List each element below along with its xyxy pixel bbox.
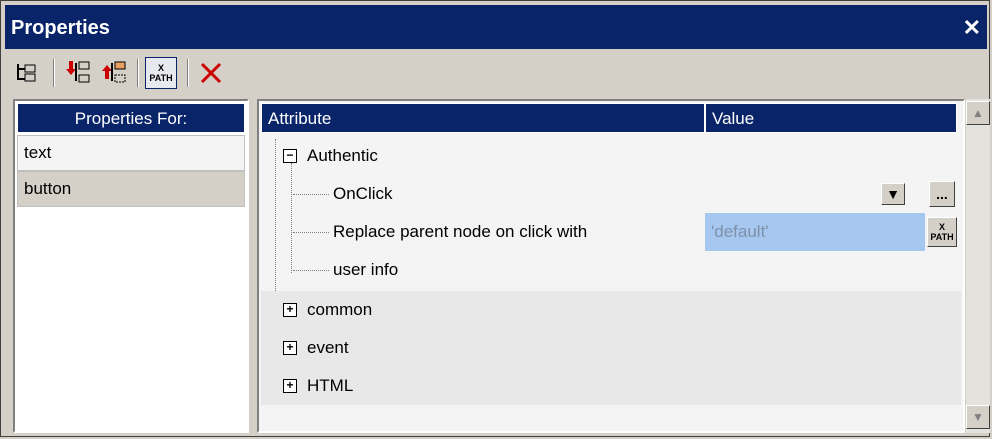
more-button[interactable]: ...: [929, 181, 955, 207]
group-label: event: [307, 338, 349, 357]
list-item-button[interactable]: button: [17, 171, 245, 207]
dropdown-arrow-icon[interactable]: ▼: [881, 183, 905, 205]
xpath-button[interactable]: X PATH: [927, 217, 957, 247]
toolbar-separator: [53, 59, 55, 87]
window-title: Properties: [11, 17, 110, 39]
group-row-common[interactable]: + common: [261, 291, 961, 329]
properties-for-header: Properties For:: [17, 103, 245, 133]
expand-icon[interactable]: +: [283, 379, 297, 393]
insert-before-icon[interactable]: [63, 57, 95, 89]
list-item-text[interactable]: text: [17, 135, 245, 171]
toolbar-separator: [137, 59, 139, 87]
xpath-label-bottom: PATH: [930, 232, 954, 242]
properties-for-panel: Properties For: text button: [13, 99, 249, 433]
attribute-label: user info: [333, 260, 399, 279]
tree-connector: [293, 194, 329, 195]
expand-icon[interactable]: +: [283, 341, 297, 355]
attribute-value[interactable]: ▼: [705, 175, 925, 213]
delete-icon[interactable]: [195, 57, 227, 89]
attribute-row-user-info[interactable]: user info: [261, 251, 961, 289]
tree-connector: [293, 270, 329, 271]
scroll-down-icon[interactable]: ▼: [966, 405, 990, 429]
attribute-row-replace-parent[interactable]: Replace parent node on click with 'defau…: [261, 213, 961, 251]
group-row-authentic[interactable]: − Authentic: [261, 137, 961, 175]
insert-after-icon[interactable]: [99, 57, 131, 89]
close-icon[interactable]: ✕: [963, 15, 981, 41]
xpath-label-bottom: PATH: [149, 73, 173, 83]
toolbar-separator: [187, 59, 189, 87]
column-header-value[interactable]: Value: [705, 103, 957, 133]
group-label: HTML: [307, 376, 354, 395]
collapse-icon[interactable]: −: [283, 149, 297, 163]
attribute-label: OnClick: [333, 184, 393, 203]
group-label: Authentic: [307, 146, 378, 165]
value-text: 'default': [711, 222, 769, 241]
group-row-html[interactable]: + HTML: [261, 367, 961, 405]
scroll-up-icon[interactable]: ▲: [966, 101, 990, 125]
xpath-label-top: X: [938, 222, 945, 232]
vertical-scrollbar[interactable]: ▲ ▼: [965, 99, 990, 433]
tree-connector: [293, 232, 329, 233]
attribute-row-onclick[interactable]: OnClick ▼ ...: [261, 175, 961, 213]
toolbar: X PATH: [11, 53, 971, 93]
properties-window: Properties ✕ X PATH Properties For: text…: [0, 0, 990, 437]
expand-icon[interactable]: +: [283, 303, 297, 317]
group-row-event[interactable]: + event: [261, 329, 961, 367]
attribute-value[interactable]: 'default': [705, 213, 925, 251]
attribute-grid: Attribute Value − Authentic OnClick ▼ ..…: [257, 99, 965, 433]
attribute-label: Replace parent node on click with: [333, 222, 588, 241]
column-header-attribute[interactable]: Attribute: [261, 103, 705, 133]
tree-view-icon[interactable]: [11, 57, 43, 89]
attribute-value[interactable]: [705, 251, 925, 289]
title-bar: Properties ✕: [5, 5, 987, 49]
group-label: common: [307, 300, 373, 319]
xpath-icon[interactable]: X PATH: [145, 57, 177, 89]
xpath-label-top: X: [157, 63, 164, 73]
